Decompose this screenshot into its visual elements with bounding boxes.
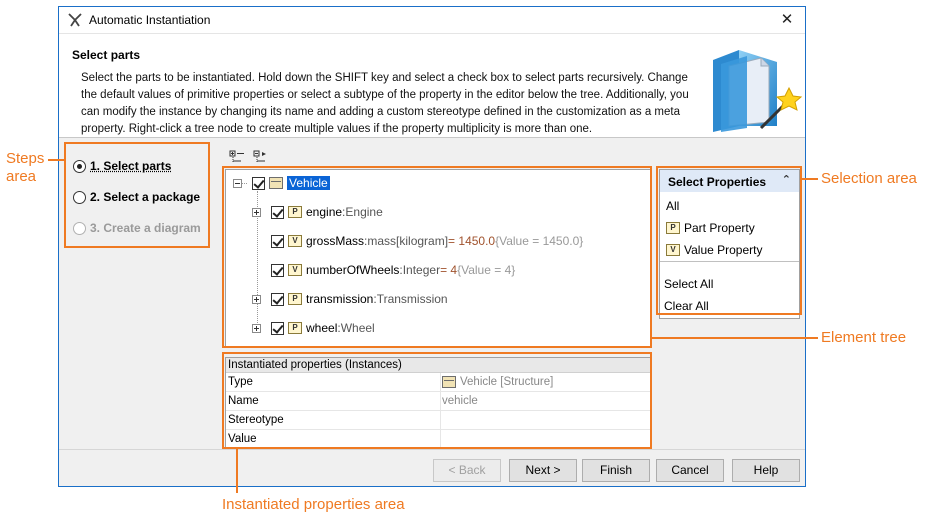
- element-tree-highlight: [222, 166, 652, 348]
- label-line-2: area: [6, 168, 37, 185]
- title-bar[interactable]: Automatic Instantiation ✕: [59, 7, 805, 34]
- instantiated-area-highlight: [222, 352, 652, 449]
- next-button[interactable]: Next >: [509, 459, 577, 482]
- magicdraw-app-icon: [68, 13, 82, 27]
- wizard-folder-icon: [713, 50, 803, 132]
- page-description: Select the parts to be instantiated. Hol…: [81, 72, 689, 135]
- selection-area-highlight: [656, 166, 802, 315]
- label-line-1: Steps: [6, 150, 45, 167]
- help-button[interactable]: Help: [732, 459, 800, 482]
- wizard-header: Select parts Select the parts to be inst…: [59, 34, 805, 138]
- window-title: Automatic Instantiation: [89, 13, 211, 27]
- cancel-button[interactable]: Cancel: [656, 459, 724, 482]
- steps-area-label: Steps area: [6, 150, 44, 186]
- steps-callout-line: [48, 159, 65, 161]
- finish-button[interactable]: Finish: [582, 459, 650, 482]
- button-bar: < Back Next > Finish Cancel Help: [59, 449, 805, 488]
- expand-all-icon[interactable]: [229, 150, 245, 164]
- instantiated-properties-area-label: Instantiated properties area: [222, 496, 405, 513]
- instantiated-callout-line: [236, 449, 238, 493]
- close-button[interactable]: ✕: [775, 10, 799, 30]
- element-tree-label: Element tree: [821, 329, 907, 346]
- steps-area-highlight: [64, 142, 210, 248]
- element-tree-callout-line: [652, 337, 818, 339]
- back-button: < Back: [433, 459, 501, 482]
- selection-callout-line: [802, 178, 818, 180]
- page-title: Select parts: [72, 48, 141, 62]
- collapse-all-icon[interactable]: [253, 150, 269, 164]
- selection-area-label: Selection area: [821, 170, 917, 187]
